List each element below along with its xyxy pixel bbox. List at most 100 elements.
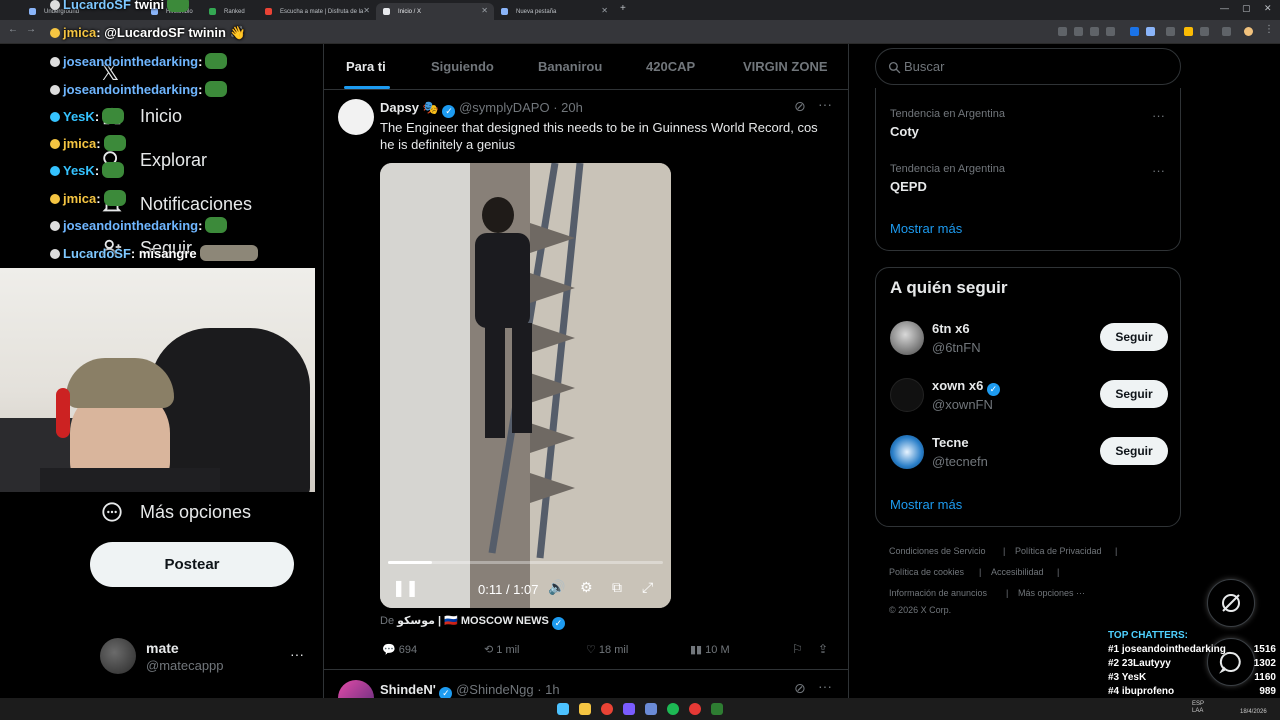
- settings-gear-icon[interactable]: ⚙: [580, 579, 593, 596]
- post-author-name[interactable]: Dapsy: [380, 100, 419, 115]
- file-explorer-icon[interactable]: [579, 703, 591, 715]
- puzzle-icon[interactable]: [1200, 27, 1209, 36]
- tab-420cap[interactable]: 420CAP: [646, 59, 695, 74]
- bookmark-star-icon[interactable]: [1106, 27, 1115, 36]
- nav-item-more[interactable]: Más opciones: [100, 500, 251, 524]
- account-switcher[interactable]: mate @matecappp ···: [100, 638, 310, 678]
- start-icon[interactable]: [557, 703, 569, 715]
- video-source-link[interactable]: موسكو | 🇷🇺 MOSCOW NEWS: [397, 615, 549, 627]
- chat-message: YesK:: [50, 108, 125, 124]
- steam-icon[interactable]: [645, 703, 657, 715]
- privacy-link[interactable]: Política de Privacidad: [1015, 546, 1102, 556]
- avatar[interactable]: [890, 378, 924, 412]
- close-tab-icon[interactable]: ✕: [363, 6, 370, 15]
- discord-icon[interactable]: [623, 703, 635, 715]
- extension-icon[interactable]: [1184, 27, 1193, 36]
- suggestion-name[interactable]: 6tn x6: [932, 321, 970, 336]
- browser-tab-active[interactable]: Inicio / X ✕: [376, 3, 494, 20]
- post-time[interactable]: · 20h: [553, 100, 583, 115]
- video-progress-track[interactable]: [388, 561, 663, 564]
- picture-in-picture-icon[interactable]: ⧉: [612, 579, 622, 596]
- ads-info-link[interactable]: Información de anuncios: [889, 588, 987, 598]
- post-author-handle[interactable]: @ShindeNgg: [456, 682, 534, 697]
- avatar[interactable]: [890, 435, 924, 469]
- close-tab-icon[interactable]: ✕: [481, 6, 488, 15]
- headset: [56, 388, 70, 438]
- close-window-icon[interactable]: ✕: [1264, 3, 1272, 14]
- post-author-name[interactable]: ShindeN': [380, 682, 436, 697]
- avatar[interactable]: [338, 99, 374, 135]
- zoom-icon[interactable]: [1058, 27, 1067, 36]
- show-more-suggestions-link[interactable]: Mostrar más: [890, 497, 962, 512]
- search-box[interactable]: Buscar: [875, 48, 1181, 85]
- fullscreen-icon[interactable]: ⤢: [642, 579, 653, 596]
- avatar[interactable]: [890, 321, 924, 355]
- trend-menu-icon[interactable]: ···: [1152, 108, 1165, 123]
- extension-icon[interactable]: [1146, 27, 1155, 36]
- post-time[interactable]: · 1h: [537, 682, 559, 697]
- post-author-handle[interactable]: @symplyDAPO: [459, 100, 550, 115]
- post-menu-icon[interactable]: ···: [818, 678, 832, 694]
- menu-kebab-icon[interactable]: ⋮: [1264, 24, 1274, 35]
- active-tab-indicator: [344, 86, 390, 89]
- like-button[interactable]: ♡ 18 mil: [586, 643, 628, 656]
- tab-for-you[interactable]: Para ti: [346, 59, 386, 74]
- browser-tab[interactable]: Ranked: [202, 3, 258, 20]
- close-tab-icon[interactable]: ✕: [601, 6, 608, 15]
- extension-icon[interactable]: [1166, 27, 1175, 36]
- pause-icon[interactable]: ❚❚: [392, 578, 419, 598]
- trend-item[interactable]: Tendencia en Argentina Coty: [890, 108, 1005, 139]
- reply-button[interactable]: 💬 694: [382, 643, 417, 656]
- browser-tab[interactable]: Escucha a mate | Disfruta de la ✕: [258, 3, 376, 20]
- more-options-link[interactable]: Más opciones ···: [1018, 588, 1085, 598]
- suggestion-name[interactable]: Tecne: [932, 435, 969, 450]
- cast-icon[interactable]: [1074, 27, 1083, 36]
- show-more-trends-link[interactable]: Mostrar más: [890, 221, 962, 236]
- tab-virgin-zone[interactable]: VIRGIN ZONE: [743, 59, 828, 74]
- forward-icon[interactable]: →: [26, 24, 36, 35]
- browser-tab[interactable]: Nueva pestaña ✕: [494, 3, 614, 20]
- terms-link[interactable]: Condiciones de Servicio: [889, 546, 986, 556]
- bookmark-icon[interactable]: ⚐: [792, 642, 803, 656]
- app-icon[interactable]: [711, 703, 723, 715]
- repost-button[interactable]: ⟲ 1 mil: [484, 643, 520, 656]
- download-icon[interactable]: [1222, 27, 1231, 36]
- account-menu-icon[interactable]: ···: [290, 646, 304, 662]
- chrome-icon[interactable]: [601, 703, 613, 715]
- extension-icon[interactable]: [1130, 27, 1139, 36]
- new-tab-icon[interactable]: +: [620, 3, 626, 14]
- post-menu-icon[interactable]: ···: [818, 96, 832, 112]
- profile-icon[interactable]: [1244, 27, 1253, 36]
- follow-button[interactable]: Seguir: [1100, 380, 1168, 408]
- footer-separator: |: [979, 567, 982, 577]
- maximize-icon[interactable]: ▢: [1242, 3, 1251, 14]
- tab-following[interactable]: Siguiendo: [431, 59, 494, 74]
- cookies-link[interactable]: Política de cookies: [889, 567, 964, 577]
- grok-icon[interactable]: ⊘: [794, 680, 806, 697]
- clock-date[interactable]: 18/4/2026: [1240, 709, 1267, 715]
- post-button[interactable]: Postear: [90, 542, 294, 587]
- back-icon[interactable]: ←: [8, 24, 18, 35]
- chat-message: LucardoSF twini: [50, 0, 190, 12]
- obs-icon[interactable]: [689, 703, 701, 715]
- follow-button[interactable]: Seguir: [1100, 437, 1168, 465]
- language-indicator[interactable]: ESP LAA: [1192, 701, 1208, 715]
- grok-icon[interactable]: ⊘: [794, 98, 806, 115]
- trend-menu-icon[interactable]: ···: [1152, 163, 1165, 178]
- accessibility-link[interactable]: Accesibilidad: [991, 567, 1044, 577]
- grok-floating-button[interactable]: [1207, 579, 1255, 627]
- author-emoji-icon: 🎭: [422, 100, 439, 115]
- spotify-icon[interactable]: [667, 703, 679, 715]
- eye-off-icon[interactable]: [1090, 27, 1099, 36]
- tab-bananirou[interactable]: Bananirou: [538, 59, 602, 74]
- suggestion-handle: @tecnefn: [932, 454, 988, 469]
- trend-item[interactable]: Tendencia en Argentina QEPD: [890, 163, 1005, 194]
- share-icon[interactable]: ⇪: [818, 642, 828, 656]
- views-button[interactable]: ▮▮ 10 M: [690, 643, 730, 656]
- follow-button[interactable]: Seguir: [1100, 323, 1168, 351]
- search-input[interactable]: Buscar: [904, 59, 944, 74]
- minimize-icon[interactable]: —: [1220, 3, 1229, 13]
- suggestion-name[interactable]: xown x6 ✓: [932, 378, 1000, 396]
- volume-icon[interactable]: 🔊: [548, 579, 565, 596]
- video-player[interactable]: ❚❚ 0:11 / 1:07 🔊 ⚙ ⧉ ⤢: [380, 163, 671, 608]
